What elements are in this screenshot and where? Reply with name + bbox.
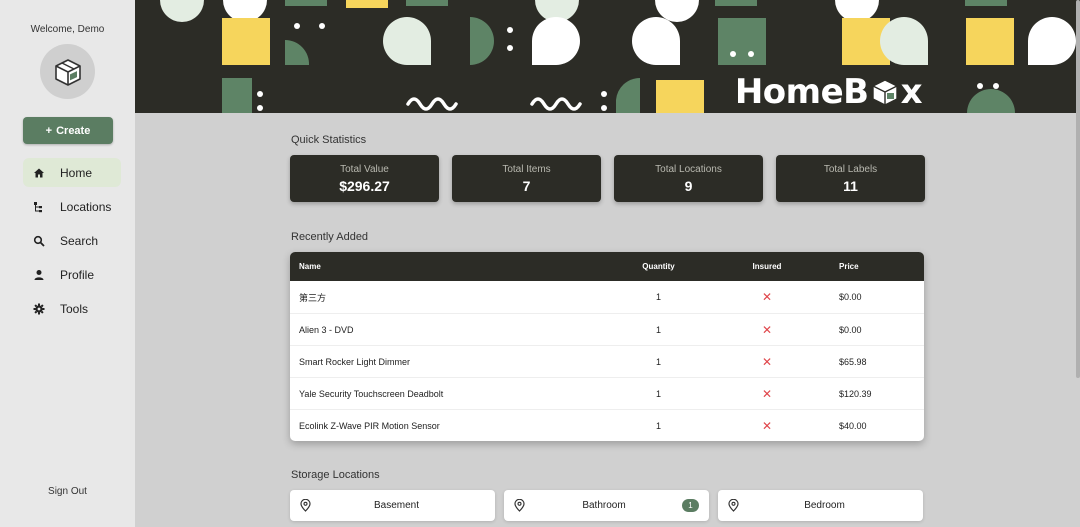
cell-quantity: 1 (655, 388, 661, 399)
item-count-badge: 1 (682, 499, 699, 512)
sidebar-item-tools[interactable]: Tools (23, 294, 121, 323)
column-header-name[interactable]: Name (290, 262, 612, 271)
cell-name: Yale Security Touchscreen Deadbolt (299, 388, 444, 399)
location-card-bedroom[interactable]: Bedroom (718, 490, 923, 521)
not-insured-icon: ✕ (761, 354, 773, 369)
cell-price: $65.98 (839, 356, 867, 367)
not-insured-icon: ✕ (761, 290, 773, 304)
sidebar-item-locations[interactable]: Locations (23, 192, 121, 221)
create-button-label: Create (56, 124, 91, 137)
cell-name: Alien 3 - DVD (299, 324, 354, 335)
cell-quantity: 1 (655, 324, 661, 335)
table-row[interactable]: 第三方 1 ✕ $0.00 (290, 281, 924, 313)
sidebar-item-search[interactable]: Search (23, 226, 121, 255)
stat-value: 7 (522, 178, 531, 194)
sidebar-item-label: Search (60, 233, 99, 248)
profile-icon (32, 268, 46, 282)
map-pin-icon (728, 499, 740, 512)
column-header-quantity[interactable]: Quantity (612, 262, 705, 271)
sign-out-link[interactable]: Sign Out (0, 486, 135, 497)
box-logo-icon (54, 58, 81, 86)
gear-icon (32, 302, 46, 316)
stat-label: Total Labels (823, 164, 878, 175)
stat-label: Total Value (340, 164, 389, 175)
create-button[interactable]: + Create (23, 117, 113, 144)
hero-banner: HomeB x (135, 0, 1080, 113)
home-icon (32, 166, 46, 180)
table-row[interactable]: Yale Security Touchscreen Deadbolt 1 ✕ $… (290, 377, 924, 409)
column-header-insured[interactable]: Insured (705, 262, 829, 271)
cell-quantity: 1 (655, 420, 661, 431)
brand-text: HomeB (734, 72, 869, 112)
storage-locations-title: Storage Locations (291, 469, 380, 481)
location-card-basement[interactable]: Basement (290, 490, 495, 521)
recently-added-title: Recently Added (291, 231, 369, 243)
location-name: Bathroom (582, 500, 626, 511)
stat-total-items: Total Items 7 (452, 155, 601, 202)
column-header-price[interactable]: Price (829, 262, 924, 271)
location-name: Basement (373, 500, 420, 511)
table-row[interactable]: Alien 3 - DVD 1 ✕ $0.00 (290, 313, 924, 345)
search-icon (32, 234, 46, 248)
cell-quantity: 1 (655, 356, 661, 367)
stat-total-locations: Total Locations 9 (614, 155, 763, 202)
table-row[interactable]: Smart Rocker Light Dimmer 1 ✕ $65.98 (290, 345, 924, 377)
cell-name: Ecolink Z-Wave PIR Motion Sensor (299, 420, 440, 431)
stat-label: Total Locations (655, 164, 722, 175)
not-insured-icon: ✕ (761, 418, 773, 433)
table-row[interactable]: Ecolink Z-Wave PIR Motion Sensor 1 ✕ $40… (290, 409, 924, 441)
page-scrollbar[interactable] (1076, 0, 1080, 378)
sidebar-item-profile[interactable]: Profile (23, 260, 121, 289)
cell-price: $40.00 (839, 420, 867, 431)
plus-icon: + (45, 124, 53, 137)
stat-value: 11 (843, 178, 858, 194)
sidebar-item-home[interactable]: Home (23, 158, 121, 187)
brand-box-icon (871, 79, 898, 106)
location-card-bathroom[interactable]: Bathroom 1 (504, 490, 709, 521)
locations-icon (32, 200, 46, 214)
cell-quantity: 1 (655, 292, 661, 302)
recent-items-table: Name Quantity Insured Price 第三方 1 ✕ $0.0… (290, 252, 924, 441)
not-insured-icon: ✕ (761, 386, 773, 401)
sidebar-item-label: Home (60, 165, 93, 180)
cell-name: 第三方 (299, 292, 327, 303)
brand-wordmark: HomeB x (734, 72, 923, 112)
brand-text-suffix: x (900, 72, 923, 112)
stat-total-value: Total Value $296.27 (290, 155, 439, 202)
welcome-text: Welcome, Demo (30, 24, 105, 35)
quick-stats-title: Quick Statistics (291, 134, 367, 146)
sidebar: Welcome, Demo + Create Home Locations Se… (0, 0, 135, 527)
avatar[interactable] (40, 44, 95, 99)
sidebar-item-label: Locations (60, 199, 112, 214)
not-insured-icon: ✕ (761, 322, 773, 337)
location-name: Bedroom (804, 500, 845, 511)
stat-value: 9 (684, 178, 693, 194)
map-pin-icon (514, 499, 526, 512)
cell-price: $120.39 (839, 388, 872, 399)
banner-pattern (160, 0, 1076, 113)
sidebar-nav: Home Locations Search Profile Tools (23, 158, 121, 328)
cell-name: Smart Rocker Light Dimmer (299, 356, 411, 367)
sidebar-item-label: Profile (60, 267, 95, 282)
table-header: Name Quantity Insured Price (290, 252, 924, 281)
sidebar-item-label: Tools (60, 301, 89, 316)
stat-value: $296.27 (339, 178, 390, 194)
cell-price: $0.00 (839, 324, 862, 335)
stat-label: Total Items (502, 164, 551, 175)
map-pin-icon (300, 499, 312, 512)
cell-price: $0.00 (839, 292, 862, 302)
stat-total-labels: Total Labels 11 (776, 155, 925, 202)
